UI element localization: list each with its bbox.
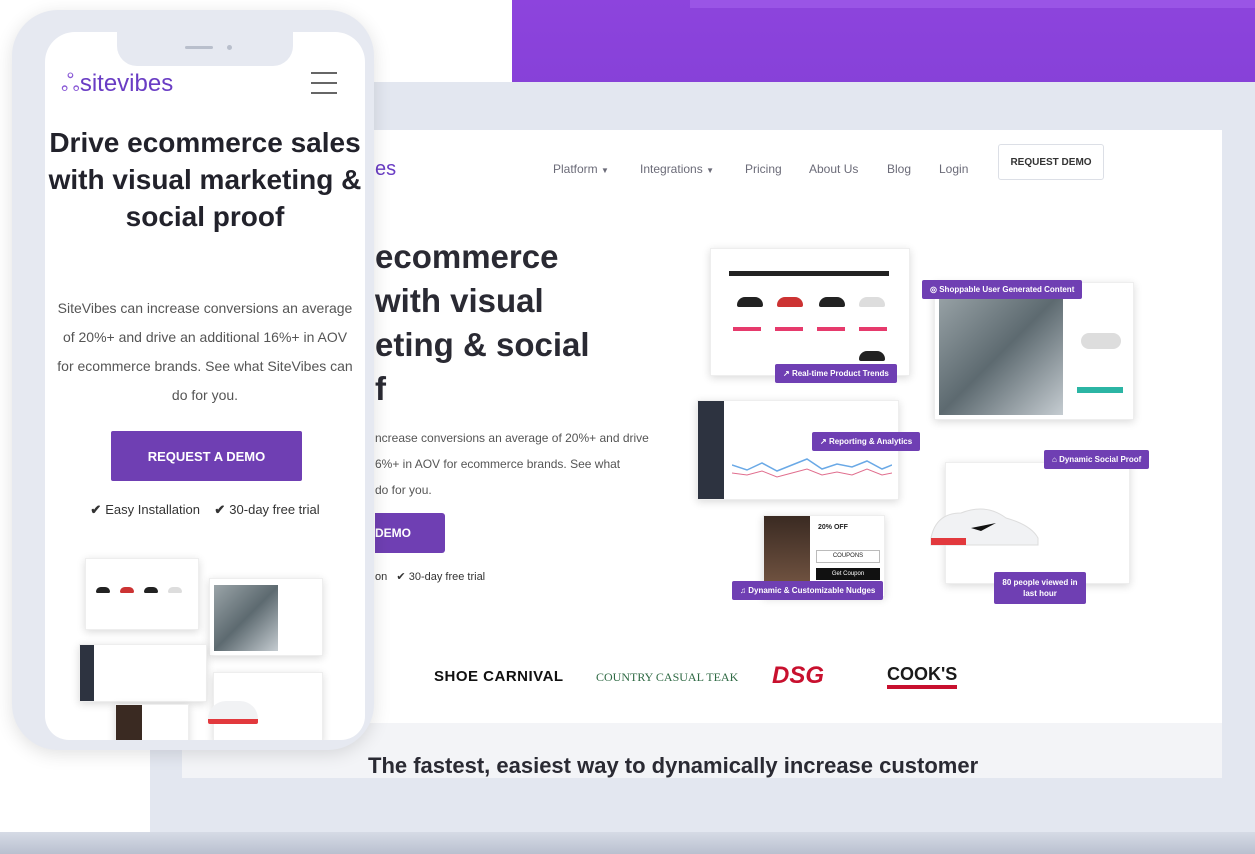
phone-hero-title: Drive ecommerce sales with visual market…	[48, 127, 362, 232]
hero-checks: on ✔ 30-day free trial	[375, 570, 485, 583]
shoe-thumbnail	[737, 297, 763, 307]
chart-icon: ↗	[820, 437, 827, 446]
shoe-thumbnail	[120, 587, 134, 593]
logo-shoe-carnival: SHOE CARNIVAL	[434, 668, 564, 685]
logo-text: sitevibes	[79, 70, 174, 97]
report-sidebar	[80, 645, 94, 701]
ugc-photo	[939, 291, 1063, 415]
hero-title-line: f	[375, 370, 386, 407]
purple-strip	[690, 0, 1255, 8]
phone-screen: ஃsitevibes Drive ecommerce sales with vi…	[45, 32, 365, 740]
mini-nudge-photo	[116, 705, 142, 740]
nav-item-pricing[interactable]: Pricing	[745, 162, 782, 176]
hero-desc-line: 6%+ in AOV for ecommerce brands. See wha…	[375, 457, 621, 471]
mini-social-proof-card	[208, 672, 323, 740]
shoe-thumbnail	[168, 587, 182, 593]
trend-icon: ↗	[783, 369, 790, 378]
request-demo-button[interactable]: REQUEST DEMO	[998, 144, 1104, 180]
bottom-heading: The fastest, easiest way to dynamically …	[368, 753, 979, 778]
nav-item-blog[interactable]: Blog	[887, 162, 911, 176]
ugc-card	[934, 282, 1134, 420]
mini-report-card	[79, 644, 207, 702]
mini-trends-card	[85, 558, 199, 630]
nav-item-platform[interactable]: Platform ▼	[553, 162, 609, 176]
mini-sneaker	[208, 701, 258, 724]
phone-frame: ஃsitevibes Drive ecommerce sales with vi…	[12, 10, 374, 750]
camera-dot	[227, 45, 232, 50]
social-proof-card	[930, 462, 1130, 584]
nav-item-login[interactable]: Login	[939, 162, 968, 176]
hero-title-line: ecommerce	[375, 238, 559, 275]
hero-demo-button[interactable]: DEMO	[375, 513, 445, 553]
sitevibes-logo-icon: ஃ	[61, 70, 80, 97]
hero-title: ecommerce with visual eting & social f	[375, 235, 675, 411]
check-icon: ✔	[90, 502, 102, 517]
check-label: 30-day free trial	[408, 571, 486, 583]
ugc-button	[1077, 387, 1123, 393]
chevron-down-icon: ▼	[706, 166, 714, 175]
ugc-product-thumb	[1081, 333, 1121, 349]
laptop-base	[0, 832, 1255, 854]
shoe-thumbnail	[777, 297, 803, 307]
logo-dsg: DSG	[772, 662, 825, 689]
hero-description: ncrease conversions an average of 20%+ a…	[375, 425, 685, 503]
tag-social-proof: ⌂ Dynamic Social Proof	[1044, 450, 1150, 469]
bell-icon: ♫	[740, 586, 746, 595]
shoe-thumbnail	[96, 587, 110, 593]
report-line-chart	[732, 458, 892, 478]
shoe-thumbnail	[859, 297, 885, 307]
nudge-offer: 20% OFF	[818, 524, 848, 531]
hero-title-line: with visual	[375, 282, 544, 319]
phone-hero-description: SiteVibes can increase conversions an av…	[57, 300, 353, 403]
sneaker-image	[930, 508, 1039, 546]
nav-item-about[interactable]: About Us	[809, 162, 858, 176]
hero-desc-line: ncrease conversions an average of 20%+ a…	[375, 431, 649, 445]
mini-ugc-photo	[214, 585, 278, 651]
check-icon: ✔	[396, 571, 406, 583]
product-trends-card	[710, 248, 910, 376]
shoe-thumbnail	[859, 351, 885, 361]
logo-country-casual-teak: COUNTRY CASUAL TEAK	[596, 670, 739, 684]
shoe-thumbnail	[819, 297, 845, 307]
nudge-coupon-field: COUPONS	[816, 550, 880, 563]
tag-viewed: 80 people viewed in last hour	[994, 572, 1086, 604]
table-header-bar	[729, 271, 889, 276]
nudge-get-coupon: Get Coupon	[816, 568, 880, 580]
check-label: on	[375, 571, 388, 583]
tag-ugc: ◎ Shoppable User Generated Content	[922, 280, 1083, 299]
tag-reporting: ↗ Reporting & Analytics	[812, 432, 921, 451]
chevron-down-icon: ▼	[601, 166, 609, 175]
desktop-logo-fragment[interactable]: es	[375, 158, 396, 181]
phone-notch	[117, 32, 293, 66]
logo-cooks: COOK'S	[887, 664, 958, 689]
hamburger-menu-icon[interactable]	[311, 72, 337, 94]
hero-desc-line: do for you.	[375, 483, 432, 497]
nav-item-integrations[interactable]: Integrations ▼	[640, 162, 714, 176]
price-bars	[733, 327, 893, 331]
check-icon: ✔	[214, 502, 226, 517]
home-icon: ⌂	[1052, 455, 1057, 464]
tag-product-trends: ↗ Real-time Product Trends	[775, 364, 897, 383]
mini-ugc-card	[209, 578, 323, 656]
phone-logo[interactable]: ஃsitevibes	[61, 70, 173, 100]
speaker-grille	[185, 46, 213, 49]
mini-nudge-card	[115, 704, 189, 740]
phone-checks: ✔ Easy Installation ✔ 30-day free trial	[45, 502, 365, 518]
shoe-thumbnail	[144, 587, 158, 593]
report-sidebar	[698, 401, 724, 499]
tag-nudges: ♫ Dynamic & Customizable Nudges	[732, 581, 884, 600]
check-label: Easy Installation	[105, 502, 200, 517]
camera-icon: ◎	[930, 285, 937, 294]
check-label: 30-day free trial	[229, 502, 320, 517]
phone-request-demo-button[interactable]: REQUEST A DEMO	[111, 431, 302, 481]
hero-title-line: eting & social	[375, 326, 590, 363]
